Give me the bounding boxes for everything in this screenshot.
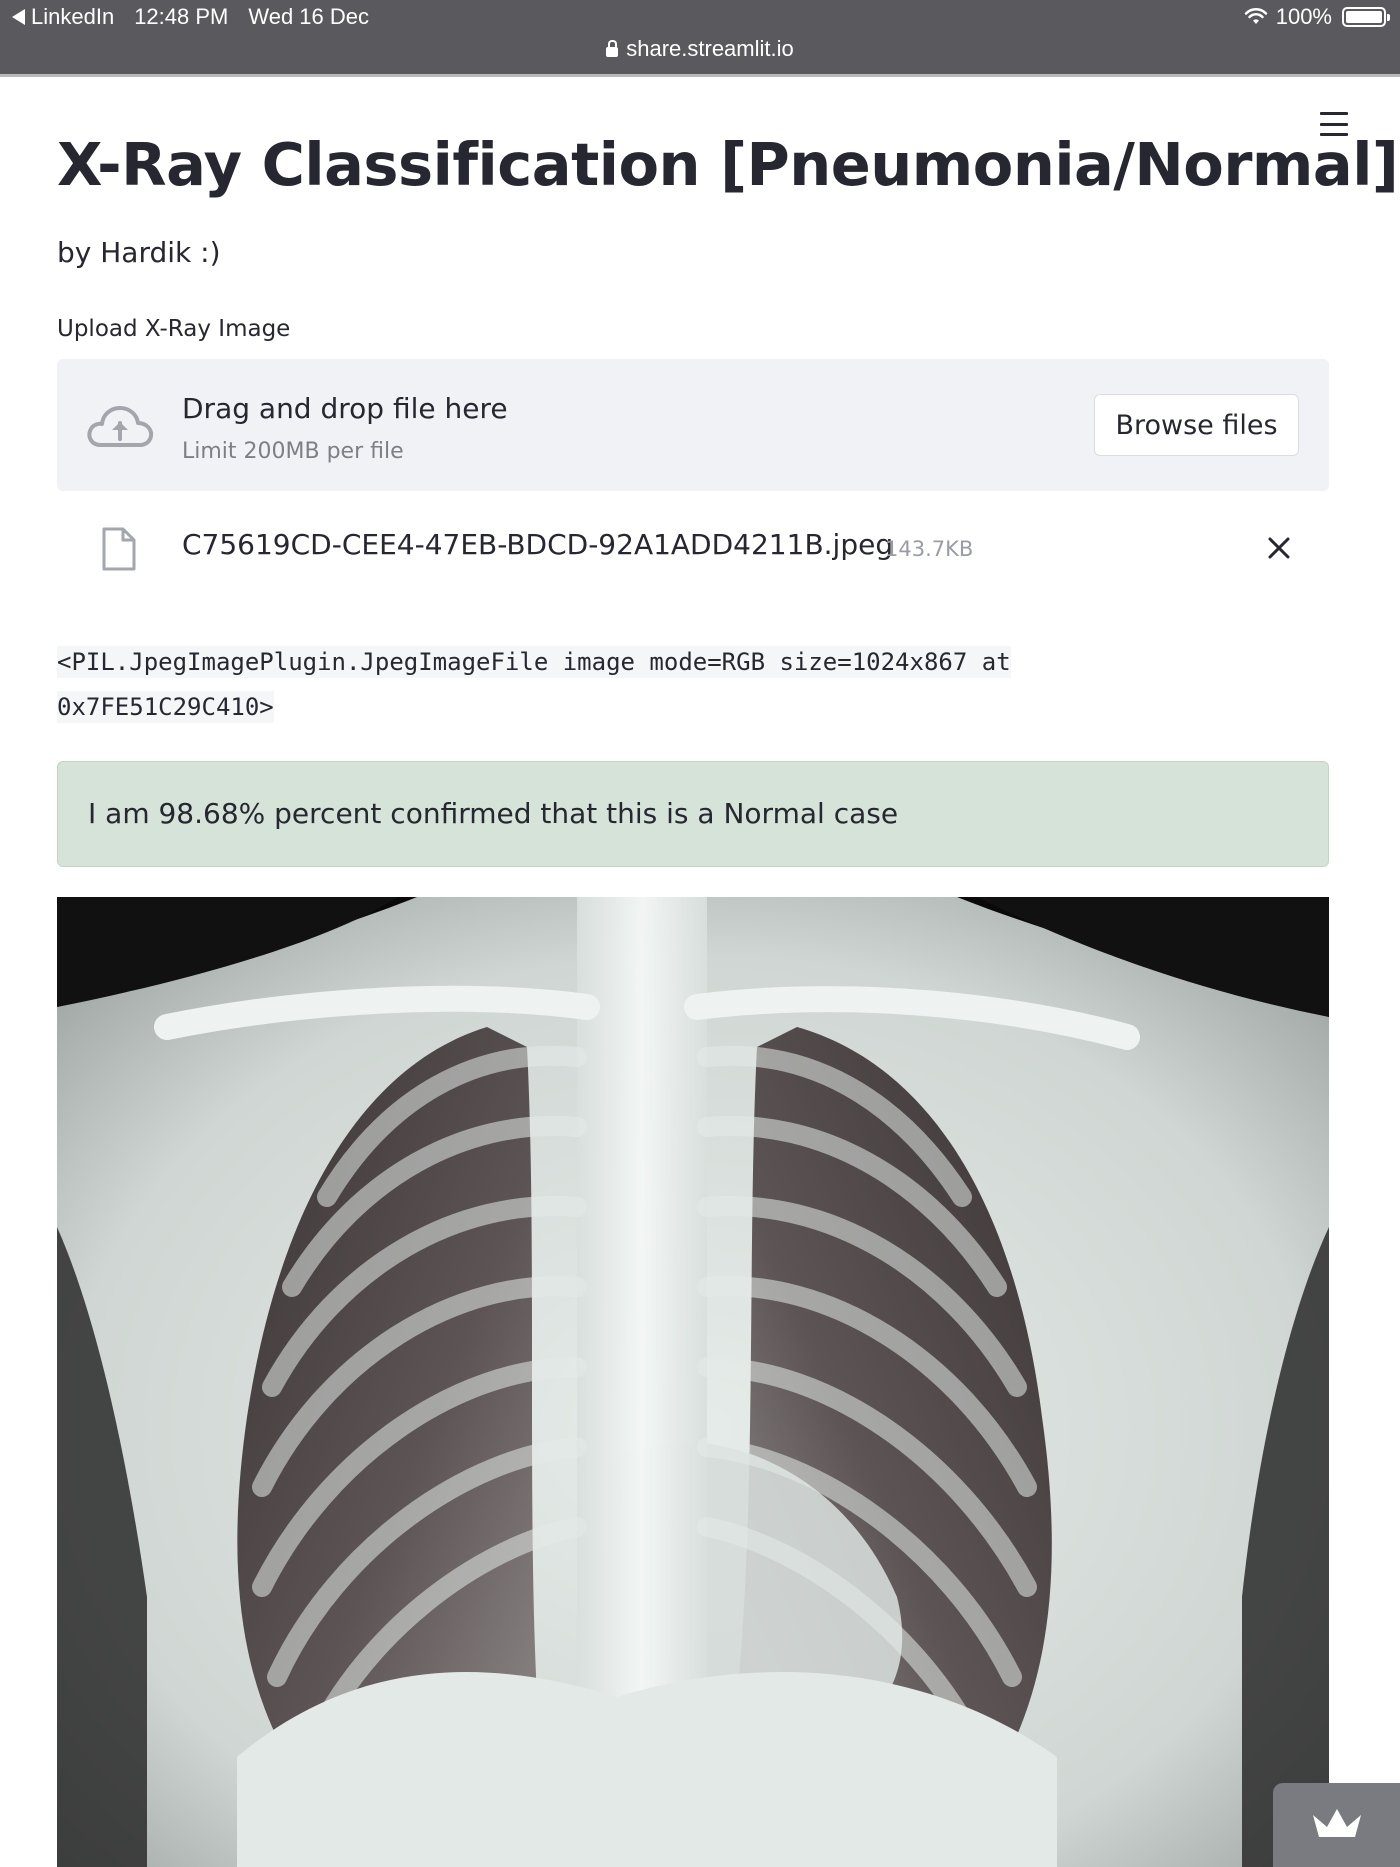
streamlit-crown-icon <box>1313 1809 1361 1837</box>
streamlit-badge-button[interactable] <box>1273 1783 1400 1867</box>
prediction-result-text: I am 98.68% percent confirmed that this … <box>88 797 899 830</box>
uploaded-file-name: C75619CD-CEE4-47EB-BDCD-92A1ADD4211B.jpe… <box>182 528 894 561</box>
close-icon[interactable] <box>1263 532 1295 564</box>
chest-xray-illustration <box>57 897 1329 1867</box>
code-line-1: <PIL.JpegImagePlugin.JpegImageFile image… <box>57 646 1011 678</box>
url-text: share.streamlit.io <box>626 36 794 61</box>
status-right: 100% <box>1244 4 1390 30</box>
uploaded-file-size: 143.7KB <box>885 537 974 561</box>
file-dropzone[interactable]: Drag and drop file here Limit 200MB per … <box>57 359 1329 491</box>
browse-files-button[interactable]: Browse files <box>1094 394 1299 456</box>
wifi-icon <box>1244 8 1267 24</box>
code-line-2: 0x7FE51C29C410> <box>57 691 274 723</box>
battery-icon <box>1342 7 1390 27</box>
code-output: <PIL.JpegImagePlugin.JpegImageFile image… <box>57 640 1107 730</box>
back-app-label: LinkedIn <box>31 4 115 29</box>
browser-status-bar: LinkedIn 12:48 PM Wed 16 Dec 100% share.… <box>0 0 1400 77</box>
drop-instructions: Drag and drop file here <box>182 392 508 425</box>
status-time: 12:48 PM <box>134 4 229 29</box>
xray-image <box>57 897 1329 1867</box>
uploaded-file-row: C75619CD-CEE4-47EB-BDCD-92A1ADD4211B.jpe… <box>57 520 1329 576</box>
status-left: LinkedIn 12:48 PM Wed 16 Dec <box>12 4 369 30</box>
prediction-result-alert: I am 98.68% percent confirmed that this … <box>57 761 1329 867</box>
file-size-limit: Limit 200MB per file <box>182 439 404 464</box>
page-title: X-Ray Classification [Pneumonia/Normal] <box>57 130 1399 199</box>
author-text: by Hardik :) <box>57 236 221 269</box>
back-to-app-button[interactable]: LinkedIn <box>12 4 114 30</box>
back-arrow-icon <box>12 9 25 25</box>
lock-icon <box>606 40 619 57</box>
cloud-upload-icon <box>87 406 154 447</box>
battery-percent: 100% <box>1275 4 1332 29</box>
address-bar[interactable]: share.streamlit.io <box>0 36 1400 62</box>
uploader-label: Upload X-Ray Image <box>57 316 291 342</box>
file-icon <box>102 527 136 571</box>
status-date: Wed 16 Dec <box>248 4 370 29</box>
